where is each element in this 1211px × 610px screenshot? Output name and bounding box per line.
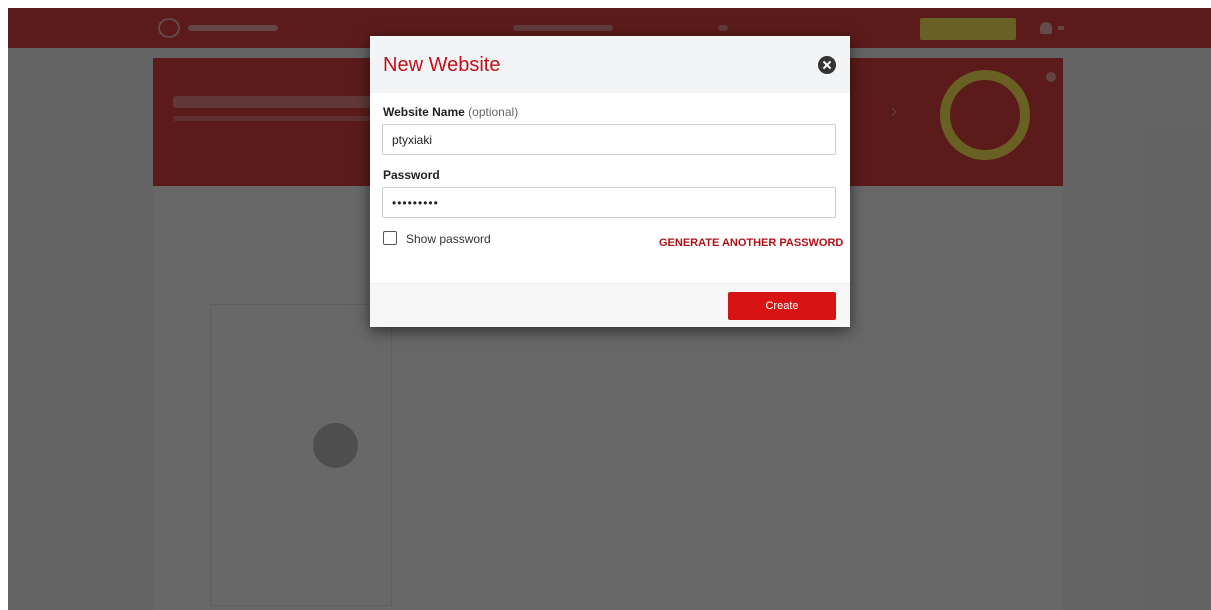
dialog-footer: Create: [370, 283, 850, 327]
new-website-dialog: New Website Website Name (optional) Pass…: [370, 36, 850, 327]
show-password-checkbox[interactable]: [383, 231, 397, 245]
password-label: Password: [383, 168, 440, 182]
website-name-input[interactable]: [382, 124, 836, 155]
optional-hint: (optional): [468, 105, 519, 119]
show-password-label[interactable]: Show password: [406, 232, 491, 246]
dialog-header: New Website: [370, 36, 850, 93]
website-name-label-text: Website Name: [383, 105, 465, 119]
dialog-title: New Website: [383, 54, 501, 76]
close-icon[interactable]: [818, 56, 836, 74]
password-input[interactable]: [382, 187, 836, 218]
app-window: › New Website Website Name (optional) Pa…: [8, 8, 1211, 610]
generate-password-link[interactable]: GENERATE ANOTHER PASSWORD: [659, 237, 843, 250]
website-name-label: Website Name (optional): [383, 105, 518, 119]
create-button[interactable]: Create: [728, 292, 836, 320]
